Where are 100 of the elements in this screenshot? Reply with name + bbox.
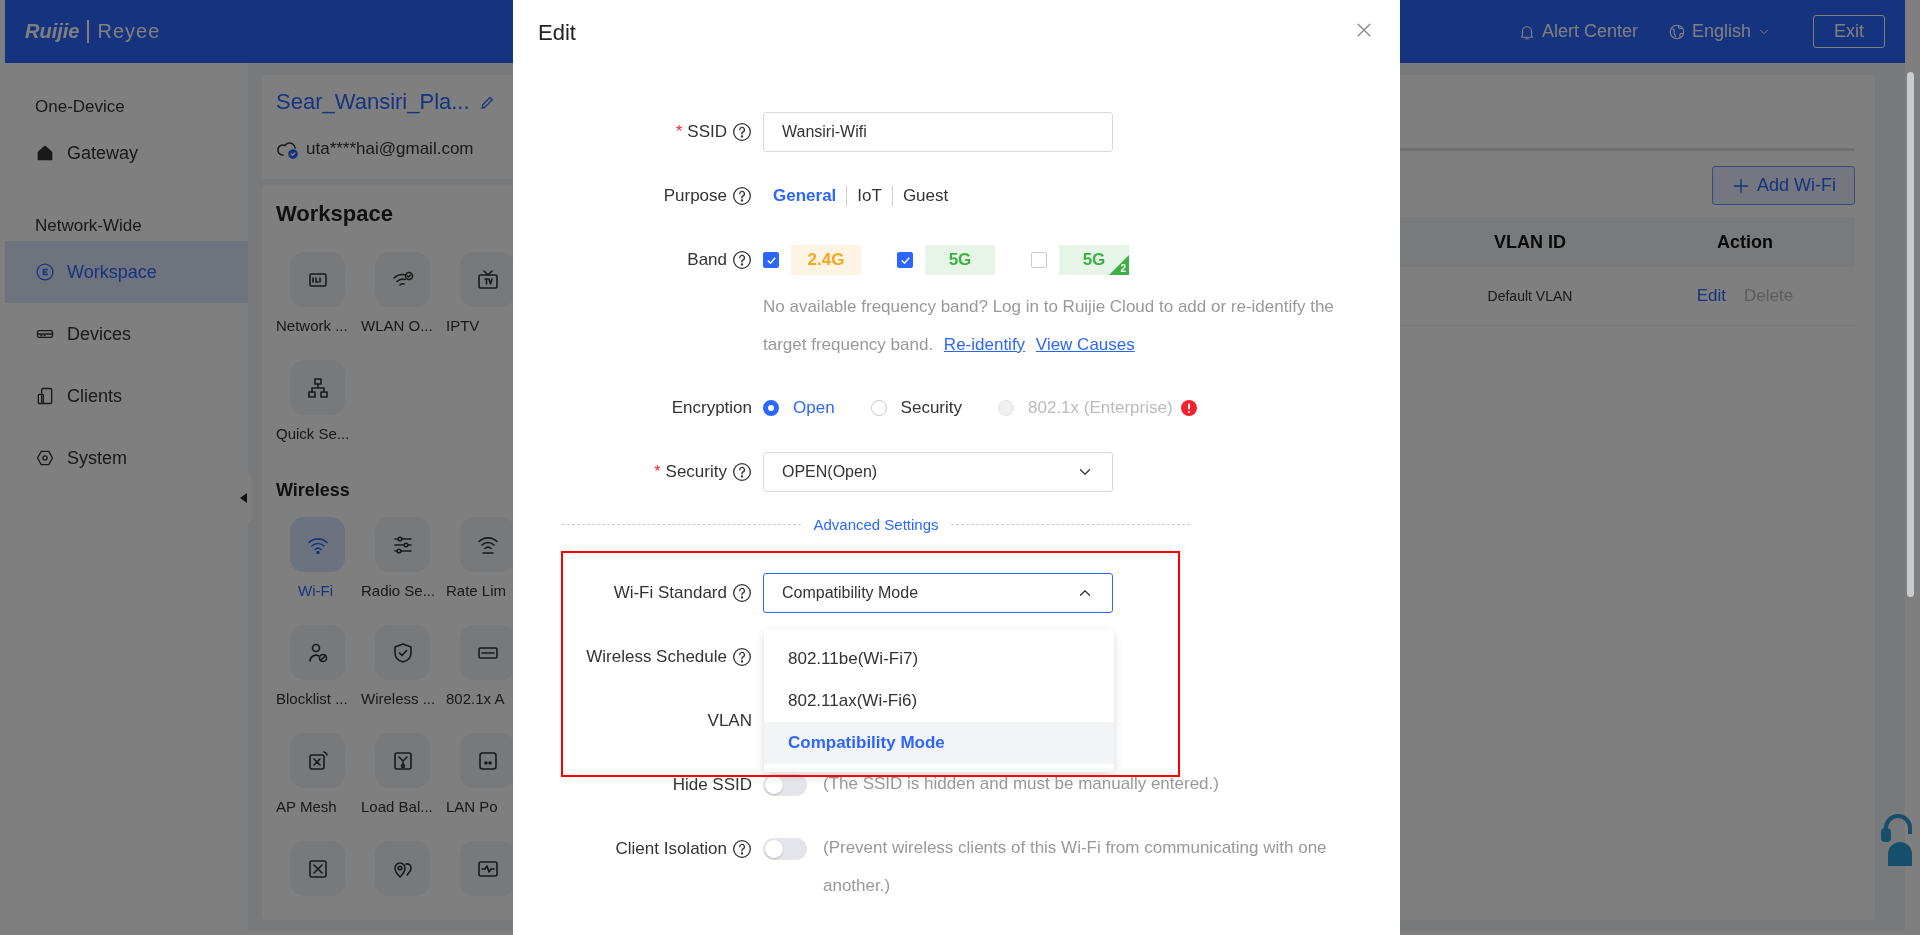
toggle-switch[interactable] <box>763 774 807 796</box>
add-wifi-button[interactable]: Add Wi-Fi <box>1712 166 1855 205</box>
help-link[interactable]: Re-identify <box>943 335 1026 354</box>
band-tag: 5G 2 <box>1059 245 1129 275</box>
tile-label: IPTV <box>446 317 480 334</box>
checkbox[interactable] <box>897 252 913 268</box>
devices-icon <box>35 386 55 406</box>
column-header: Action <box>1717 231 1773 253</box>
tile-button[interactable] <box>460 733 515 788</box>
tile-button[interactable] <box>460 252 515 307</box>
purpose-option[interactable]: General <box>763 186 847 206</box>
tile-button[interactable] <box>460 625 515 680</box>
help-icon[interactable] <box>732 186 752 206</box>
purpose-option[interactable]: Guest <box>891 186 959 206</box>
tile-label: AP Mesh <box>276 798 337 815</box>
tile-label: 802.1x A <box>446 690 505 707</box>
tv-icon <box>475 267 500 292</box>
tile-label: Quick Se... <box>276 425 350 442</box>
ssid-field[interactable]: Wansiri-Wifi <box>763 112 1113 152</box>
alert-center-link[interactable]: Alert Center <box>1517 21 1638 42</box>
table-cell: Default VLAN <box>1487 288 1573 304</box>
purpose-option[interactable]: IoT <box>846 186 892 206</box>
tile-label: Load Bal... <box>361 798 433 815</box>
sidebar-item[interactable]: Devices <box>5 303 248 365</box>
tile-button[interactable] <box>375 252 430 307</box>
radio-label: Security <box>900 398 962 418</box>
sidebar-section-title: One-Device <box>34 96 126 118</box>
tile-button[interactable] <box>460 841 515 896</box>
help-icon[interactable] <box>732 647 752 667</box>
dialog-title: Edit <box>538 20 576 46</box>
language-menu[interactable]: English <box>1667 21 1771 42</box>
dropdown-option[interactable]: 802.11ax(Wi-Fi6) <box>764 680 1114 722</box>
circle-c-icon <box>35 262 55 282</box>
workspace-title: Workspace <box>276 201 394 227</box>
toggle-description: (The SSID is hidden and must be manually entered.) <box>823 773 1219 795</box>
dropdown-option[interactable]: Compatibility Mode <box>764 722 1114 764</box>
field-label: Band <box>687 250 727 270</box>
tile-button[interactable] <box>375 841 430 896</box>
corner-badge: 2 <box>1109 255 1129 275</box>
tile-button[interactable] <box>375 733 430 788</box>
help-link[interactable]: View Causes <box>1035 335 1135 354</box>
check-icon <box>765 254 777 266</box>
field-label: Security <box>665 462 727 482</box>
tile-label: Network ... <box>276 317 348 334</box>
band-tag: 2.4G <box>791 245 861 275</box>
required-mark: * <box>676 123 683 141</box>
field-label: Wireless Schedule <box>586 647 727 667</box>
section-title: Wireless <box>276 480 351 501</box>
band-note: No available frequency band? Log in to Ruijie Cloud to add or re-identify the target frequency band. Re-identify View Causes <box>763 296 1335 356</box>
sidebar-section-title: Network-Wide <box>34 215 143 237</box>
tile-button[interactable] <box>375 517 430 572</box>
sidebar-item[interactable]: Gateway <box>5 122 248 184</box>
scrollbar-thumb[interactable] <box>1907 72 1914 597</box>
sidebar-item[interactable]: Workspace <box>5 241 248 303</box>
tile-button[interactable] <box>290 625 345 680</box>
toggle-description: (Prevent wireless clients of this Wi-Fi from communicating with one another.) <box>823 837 1328 897</box>
tile-button[interactable] <box>460 517 515 572</box>
tile-label: Blocklist ... <box>276 690 348 707</box>
section-divider-label: Advanced Settings <box>813 516 939 533</box>
help-icon[interactable] <box>732 462 752 482</box>
tile-label: Wi-Fi <box>298 582 333 599</box>
select-field[interactable]: OPEN(Open) <box>763 452 1113 492</box>
radio-label: 802.1x (Enterprise) <box>1028 398 1173 418</box>
tile-button[interactable] <box>290 733 345 788</box>
field-label: SSID <box>687 122 727 142</box>
tile-label: WLAN O... <box>361 317 433 334</box>
help-icon[interactable] <box>732 122 752 142</box>
help-icon[interactable] <box>732 583 752 603</box>
triangle-icon <box>240 493 248 503</box>
required-mark: * <box>654 463 661 481</box>
globe-icon <box>1667 22 1686 41</box>
checkbox[interactable] <box>763 252 779 268</box>
help-icon[interactable] <box>732 250 752 270</box>
brand-logo: Ruijie <box>25 20 80 43</box>
tile-label: LAN Po <box>446 798 498 815</box>
help-icon[interactable] <box>732 839 752 859</box>
network-icon <box>305 375 330 400</box>
field-label: VLAN <box>707 711 752 731</box>
table-action-link[interactable]: Edit <box>1696 286 1727 306</box>
field-label: Client Isolation <box>615 839 727 859</box>
tile-button[interactable] <box>290 841 345 896</box>
tile-label: Radio Se... <box>361 582 436 599</box>
field-label: Hide SSID <box>672 775 752 795</box>
dropdown-option[interactable]: 802.11be(Wi-Fi7) <box>764 638 1114 680</box>
product-logo: Reyee <box>87 20 161 43</box>
exit-button[interactable]: Exit <box>1813 15 1885 48</box>
tile-label: Rate Lim <box>446 582 507 599</box>
band-tag: 5G <box>925 245 995 275</box>
tile-button[interactable] <box>290 517 345 572</box>
radio-label: Open <box>793 398 835 418</box>
field-label: Purpose <box>663 186 727 206</box>
toggle-switch[interactable] <box>763 838 807 860</box>
sidebar-item[interactable]: System <box>5 427 248 489</box>
device-name: Sear_Wansiri_Pla... <box>276 89 470 115</box>
sidebar-item[interactable]: Clients <box>5 365 248 427</box>
radio-button[interactable] <box>763 400 779 416</box>
tile-button[interactable] <box>290 252 345 307</box>
tile-button[interactable] <box>290 360 345 415</box>
field-label: Encryption <box>671 398 752 418</box>
tile-button[interactable] <box>375 625 430 680</box>
